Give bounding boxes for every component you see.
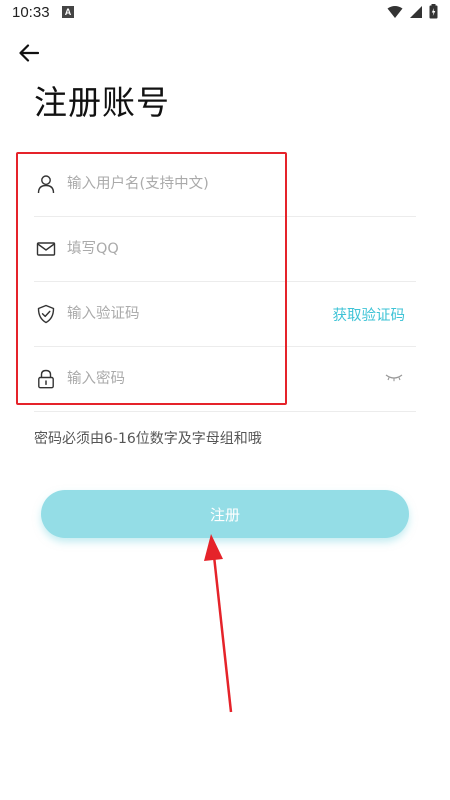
lock-icon	[35, 368, 57, 390]
arrow-left-icon	[19, 44, 39, 62]
register-form: 获取验证码	[34, 152, 416, 412]
status-icons	[387, 4, 438, 19]
wifi-icon	[387, 5, 403, 18]
mail-icon	[35, 238, 57, 260]
password-visibility-toggle[interactable]	[384, 369, 404, 387]
username-row	[34, 152, 416, 217]
get-code-button[interactable]: 获取验证码	[333, 304, 406, 325]
qq-row	[34, 217, 416, 282]
register-button[interactable]: 注册	[41, 490, 409, 538]
password-hint: 密码必须由6-16位数字及字母组和哦	[34, 431, 262, 447]
page-title: 注册账号	[34, 83, 170, 122]
password-input[interactable]	[67, 364, 416, 394]
username-input[interactable]	[67, 169, 416, 199]
notification-icon: A	[62, 6, 74, 18]
password-row	[34, 347, 416, 412]
signal-icon	[410, 5, 422, 18]
shield-check-icon	[35, 303, 57, 325]
code-row: 获取验证码	[34, 282, 416, 347]
battery-icon	[429, 4, 438, 19]
back-button[interactable]	[14, 40, 44, 66]
eye-closed-icon	[385, 374, 403, 382]
status-bar: 10:33 A	[0, 0, 450, 26]
status-time: 10:33	[12, 4, 50, 21]
qq-input[interactable]	[67, 234, 416, 264]
user-icon	[35, 173, 57, 195]
